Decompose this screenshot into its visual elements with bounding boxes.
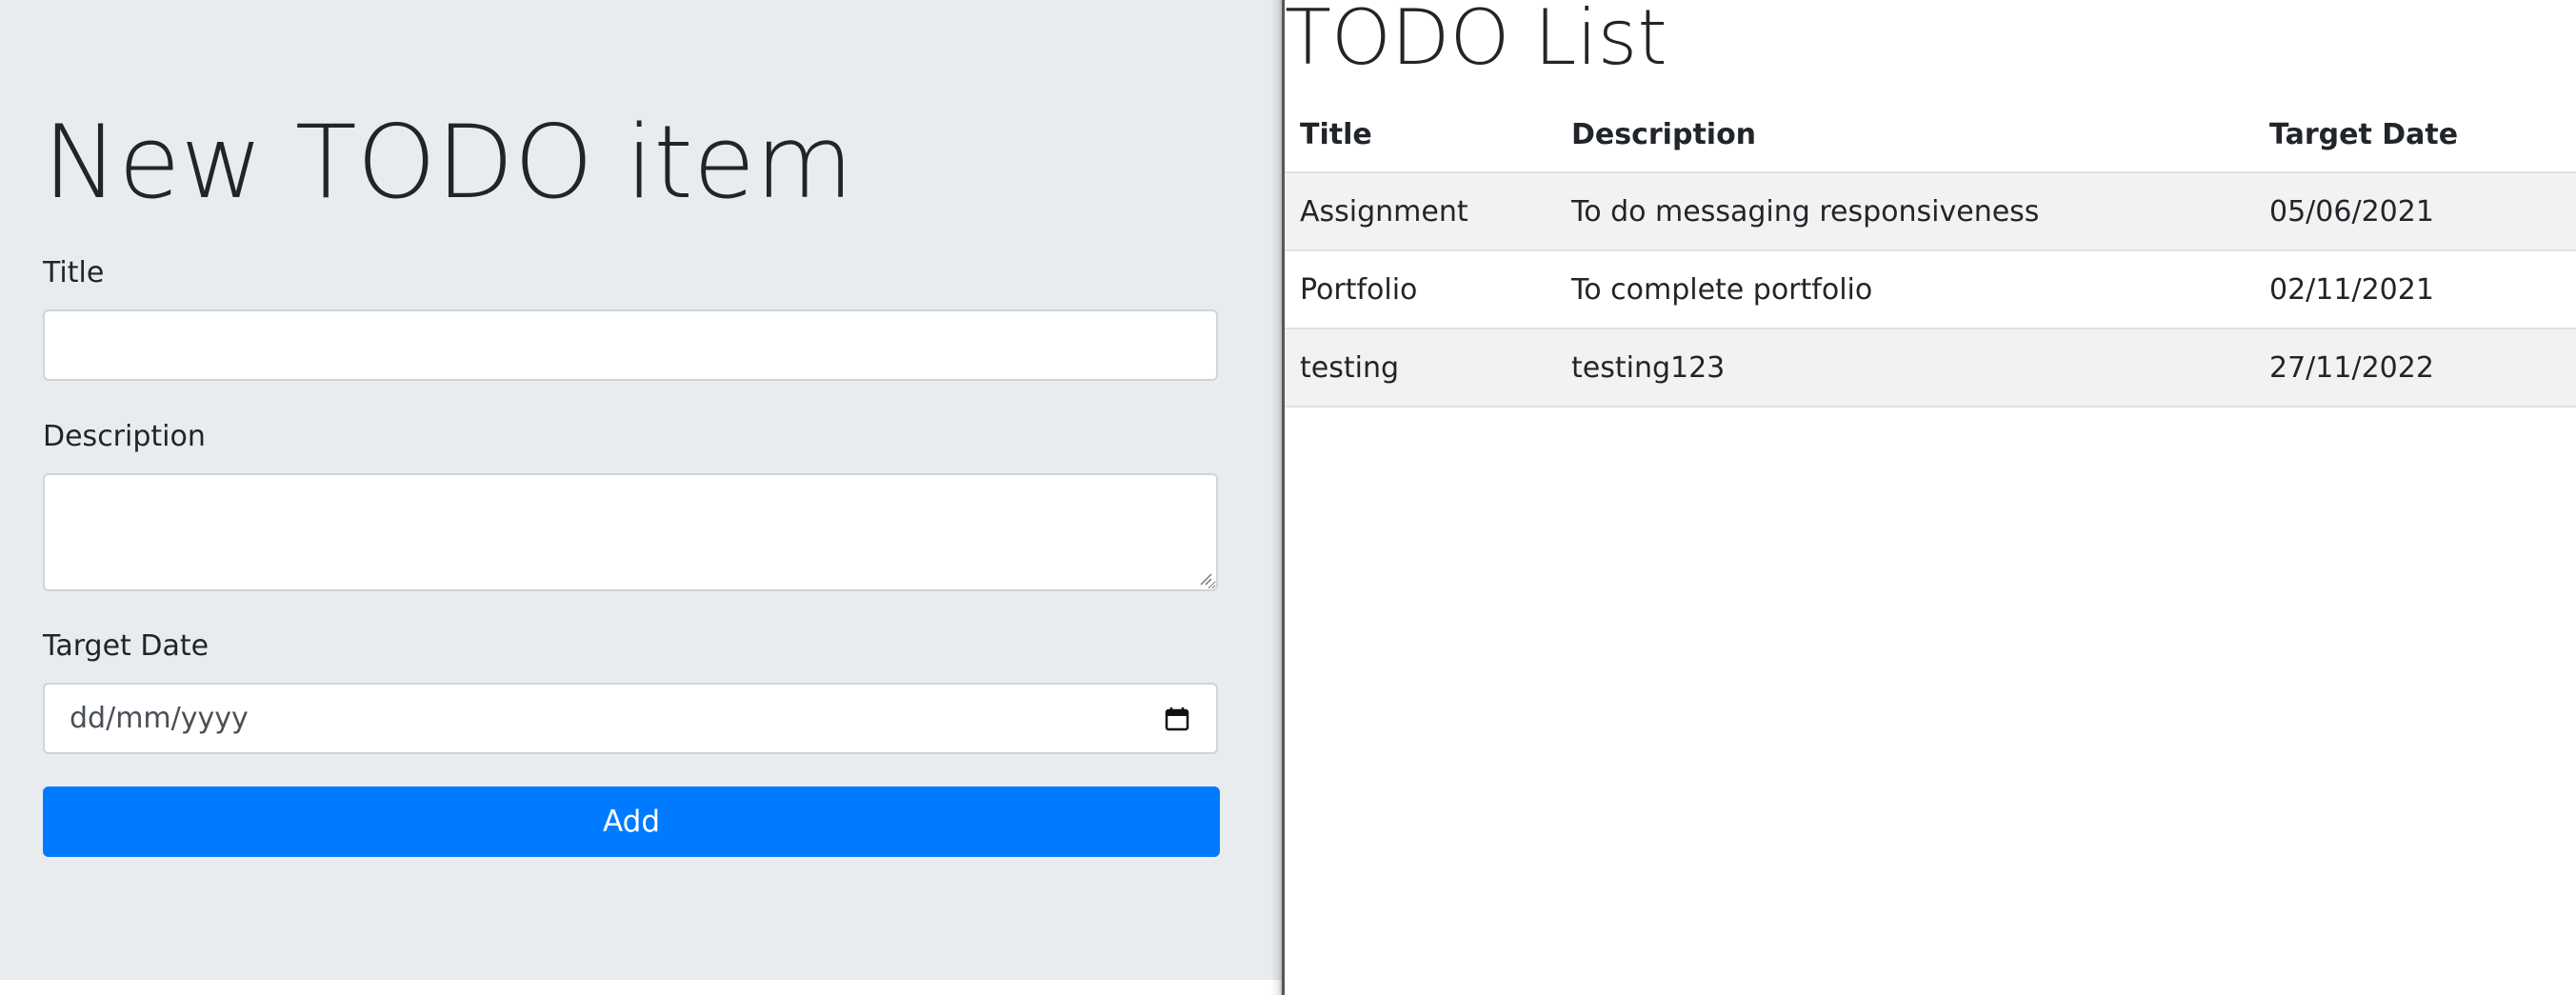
app-root: New TODO item Title Description Target D… — [0, 0, 2576, 995]
date-placeholder: dd/mm/yyyy — [70, 702, 249, 735]
table-header-row: Title Description Target Date — [1285, 97, 2576, 173]
todo-list-heading: TODO List — [1285, 0, 1667, 82]
table-row: Assignment To do messaging responsivenes… — [1285, 172, 2576, 251]
description-field-wrapper — [43, 473, 1218, 591]
cell-target-date: 27/11/2022 — [2254, 328, 2576, 408]
table-row: Portfolio To complete portfolio 02/11/20… — [1285, 250, 2576, 329]
cell-description: testing123 — [1556, 328, 2254, 408]
new-todo-panel: New TODO item Title Description Target D… — [0, 0, 1281, 980]
cell-description: To complete portfolio — [1556, 250, 2254, 329]
cell-title: testing — [1285, 328, 1556, 408]
cell-description: To do messaging responsiveness — [1556, 172, 2254, 251]
todo-list-panel: TODO List Title Description Target Date … — [1285, 0, 2576, 995]
target-date-label: Target Date — [43, 629, 210, 663]
target-date-input[interactable]: dd/mm/yyyy — [43, 683, 1218, 754]
resize-grip-icon[interactable] — [1197, 570, 1212, 586]
table-row: testing testing123 27/11/2022 — [1285, 328, 2576, 408]
description-label: Description — [43, 420, 206, 453]
cell-target-date: 02/11/2021 — [2254, 250, 2576, 329]
new-todo-heading: New TODO item — [43, 104, 854, 221]
cell-target-date: 05/06/2021 — [2254, 172, 2576, 251]
calendar-icon[interactable] — [1163, 705, 1191, 733]
column-header-description: Description — [1556, 97, 2254, 173]
title-label: Title — [43, 256, 105, 289]
cell-title: Assignment — [1285, 172, 1556, 251]
column-header-title: Title — [1285, 97, 1556, 173]
title-input[interactable] — [43, 309, 1218, 381]
cell-title: Portfolio — [1285, 250, 1556, 329]
todo-table: Title Description Target Date Assignment… — [1285, 97, 2576, 408]
add-button[interactable]: Add — [43, 786, 1220, 857]
column-header-target-date: Target Date — [2254, 97, 2576, 173]
description-textarea[interactable] — [43, 473, 1218, 591]
